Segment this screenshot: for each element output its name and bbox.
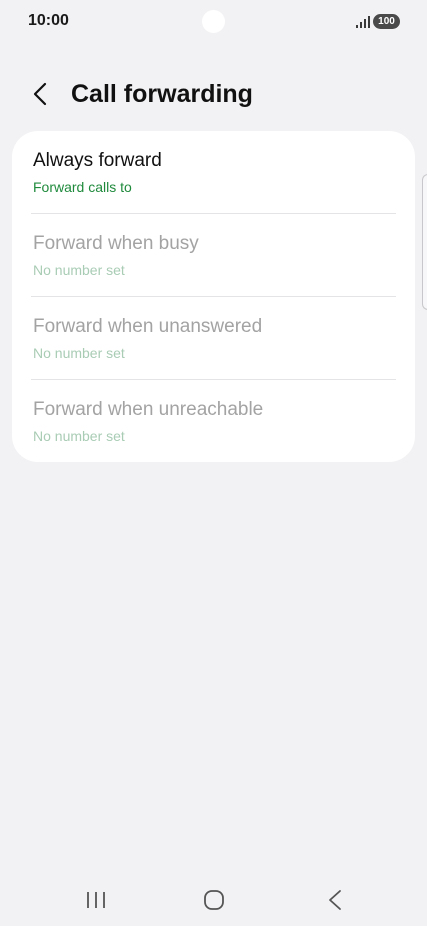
item-title: Forward when unreachable xyxy=(33,399,264,420)
home-icon xyxy=(204,890,224,910)
forwarding-options-card: Always forward Forward calls to Forward … xyxy=(12,131,415,462)
back-icon xyxy=(329,890,341,910)
page-title: Call forwarding xyxy=(71,80,253,108)
nav-back-button[interactable] xyxy=(314,884,354,916)
forwarding-item-always[interactable]: Always forward Forward calls to xyxy=(12,131,415,213)
item-subtitle: No number set xyxy=(33,345,125,361)
navigation-bar xyxy=(0,870,427,926)
battery-badge: 100 xyxy=(373,14,400,29)
item-title: Always forward xyxy=(33,150,162,171)
forwarding-item-busy[interactable]: Forward when busy No number set xyxy=(12,214,415,296)
signal-icon xyxy=(356,16,370,28)
item-subtitle: No number set xyxy=(33,262,125,278)
status-bar: 10:00 100 xyxy=(0,0,427,44)
status-time: 10:00 xyxy=(28,12,69,29)
item-subtitle: Forward calls to xyxy=(33,179,132,195)
item-title: Forward when busy xyxy=(33,233,199,254)
header: Call forwarding xyxy=(0,70,427,118)
forwarding-item-unanswered[interactable]: Forward when unanswered No number set xyxy=(12,297,415,379)
chevron-left-icon xyxy=(33,82,47,106)
home-button[interactable] xyxy=(194,884,234,916)
recents-button[interactable] xyxy=(76,884,116,916)
screen: 10:00 100 Call forwarding Always forward… xyxy=(0,0,427,926)
item-title: Forward when unanswered xyxy=(33,316,263,337)
forwarding-item-unreachable[interactable]: Forward when unreachable No number set xyxy=(12,380,415,462)
back-button[interactable] xyxy=(26,78,58,110)
camera-cutout xyxy=(202,10,225,33)
recents-icon xyxy=(87,892,105,908)
item-subtitle: No number set xyxy=(33,428,125,444)
scroll-handle[interactable] xyxy=(422,174,427,310)
